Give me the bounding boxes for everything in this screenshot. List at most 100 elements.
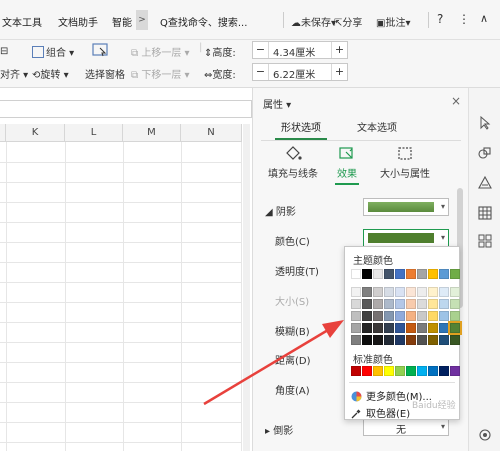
command-search[interactable]: Q查找命令、搜索... xyxy=(160,14,247,29)
color-swatch[interactable] xyxy=(428,269,438,279)
color-swatch[interactable] xyxy=(439,269,449,279)
formula-input[interactable] xyxy=(0,100,252,118)
color-swatch[interactable] xyxy=(351,269,361,279)
color-swatch[interactable] xyxy=(417,335,427,345)
color-swatch[interactable] xyxy=(417,366,427,376)
panel-title[interactable]: 属性 ▾ xyxy=(263,96,291,111)
color-swatch[interactable] xyxy=(384,287,394,297)
color-swatch[interactable] xyxy=(373,323,383,333)
spreadsheet-grid[interactable]: K L M N xyxy=(0,124,242,451)
color-swatch[interactable] xyxy=(384,366,394,376)
tab-shape-options[interactable]: 形状选项 xyxy=(275,118,327,140)
color-swatch[interactable] xyxy=(362,323,372,333)
width-decrease-button[interactable]: − xyxy=(253,64,269,80)
share-button[interactable]: ⇱分享 xyxy=(334,14,362,29)
color-swatch[interactable] xyxy=(417,323,427,333)
color-swatch[interactable] xyxy=(351,299,361,309)
cursor-icon[interactable] xyxy=(478,116,492,130)
color-swatch[interactable] xyxy=(406,366,416,376)
color-swatch[interactable] xyxy=(428,366,438,376)
height-increase-button[interactable]: + xyxy=(331,42,347,58)
color-swatch[interactable] xyxy=(362,311,372,321)
color-swatch[interactable] xyxy=(362,287,372,297)
more-menu-icon[interactable]: ⋮ xyxy=(458,12,470,26)
shadow-section-header[interactable]: ◢ 阴影 xyxy=(265,203,296,218)
sheet-scrollbar[interactable] xyxy=(243,124,250,451)
help-icon[interactable]: ? xyxy=(437,12,443,26)
color-swatch[interactable] xyxy=(417,287,427,297)
color-swatch[interactable] xyxy=(395,335,405,345)
color-swatch[interactable] xyxy=(351,335,361,345)
color-swatch[interactable] xyxy=(406,269,416,279)
settings-icon[interactable] xyxy=(478,428,492,442)
color-swatch[interactable] xyxy=(373,366,383,376)
color-swatch[interactable] xyxy=(448,321,462,335)
color-swatch[interactable] xyxy=(373,287,383,297)
tab-doc-assistant[interactable]: 文档助手 xyxy=(58,14,98,29)
bring-forward-button[interactable]: ⧉ 上移一层 ▾ xyxy=(131,44,190,59)
color-swatch[interactable] xyxy=(406,311,416,321)
color-swatch[interactable] xyxy=(439,335,449,345)
color-swatch[interactable] xyxy=(428,287,438,297)
unsaved-button[interactable]: ☁未保存▾ xyxy=(291,14,336,29)
color-swatch[interactable] xyxy=(450,299,460,309)
color-swatch[interactable] xyxy=(395,323,405,333)
color-swatch[interactable] xyxy=(417,311,427,321)
color-swatch[interactable] xyxy=(351,366,361,376)
color-swatch[interactable] xyxy=(439,299,449,309)
column-header-n[interactable]: N xyxy=(181,124,242,142)
color-swatch[interactable] xyxy=(351,323,361,333)
color-swatch[interactable] xyxy=(351,311,361,321)
grid-apps-icon[interactable] xyxy=(478,234,492,248)
color-swatch[interactable] xyxy=(362,269,372,279)
color-swatch[interactable] xyxy=(384,323,394,333)
shadow-color-select[interactable]: ▾ xyxy=(363,229,449,247)
color-swatch[interactable] xyxy=(373,269,383,279)
column-header-k[interactable]: K xyxy=(6,124,65,142)
group-button[interactable]: 组合 ▾ xyxy=(32,44,74,59)
column-header-m[interactable]: M xyxy=(123,124,181,142)
height-value[interactable]: 4.34厘米 xyxy=(273,44,315,59)
reflection-select[interactable]: 无 ▾ xyxy=(363,418,449,436)
reflection-section-header[interactable]: ▸ 倒影 xyxy=(265,422,293,437)
color-swatch[interactable] xyxy=(395,287,405,297)
selection-pane-button[interactable]: 选择窗格 xyxy=(85,66,125,81)
tab-smart[interactable]: 智能 xyxy=(112,14,132,29)
color-swatch[interactable] xyxy=(406,335,416,345)
shadow-preset-select[interactable]: ▾ xyxy=(363,198,449,216)
color-swatch[interactable] xyxy=(450,269,460,279)
tab-text-tools[interactable]: 文本工具 xyxy=(2,14,42,29)
rotate-button[interactable]: ⟲旋转 ▾ xyxy=(32,66,69,81)
color-swatch[interactable] xyxy=(428,335,438,345)
color-swatch[interactable] xyxy=(439,366,449,376)
more-tabs-button[interactable]: > xyxy=(136,10,148,30)
review-button[interactable]: ▣批注▾ xyxy=(376,14,410,29)
color-swatch[interactable] xyxy=(450,287,460,297)
shapes-icon[interactable] xyxy=(478,146,492,160)
color-swatch[interactable] xyxy=(417,299,427,309)
color-swatch[interactable] xyxy=(362,335,372,345)
color-swatch[interactable] xyxy=(384,269,394,279)
color-swatch[interactable] xyxy=(373,335,383,345)
height-stepper[interactable]: − 4.34厘米 + xyxy=(252,41,348,59)
color-swatch[interactable] xyxy=(428,323,438,333)
width-value[interactable]: 6.22厘米 xyxy=(273,66,315,81)
send-backward-button[interactable]: ⧉ 下移一层 ▾ xyxy=(131,66,190,81)
color-swatch[interactable] xyxy=(384,299,394,309)
subtab-size-properties[interactable]: 大小与属性 xyxy=(377,146,433,180)
color-swatch[interactable] xyxy=(384,335,394,345)
color-swatch[interactable] xyxy=(395,299,405,309)
color-swatch[interactable] xyxy=(439,311,449,321)
column-header-l[interactable]: L xyxy=(65,124,123,142)
color-swatch[interactable] xyxy=(439,323,449,333)
table-icon[interactable] xyxy=(478,206,492,220)
tab-text-options[interactable]: 文本选项 xyxy=(351,118,403,140)
color-swatch[interactable] xyxy=(450,366,460,376)
height-decrease-button[interactable]: − xyxy=(253,42,269,58)
color-swatch[interactable] xyxy=(351,287,361,297)
color-swatch[interactable] xyxy=(439,287,449,297)
subtab-fill-line[interactable]: 填充与线条 xyxy=(265,146,321,180)
color-swatch[interactable] xyxy=(373,311,383,321)
color-swatch[interactable] xyxy=(373,299,383,309)
color-swatch[interactable] xyxy=(406,287,416,297)
